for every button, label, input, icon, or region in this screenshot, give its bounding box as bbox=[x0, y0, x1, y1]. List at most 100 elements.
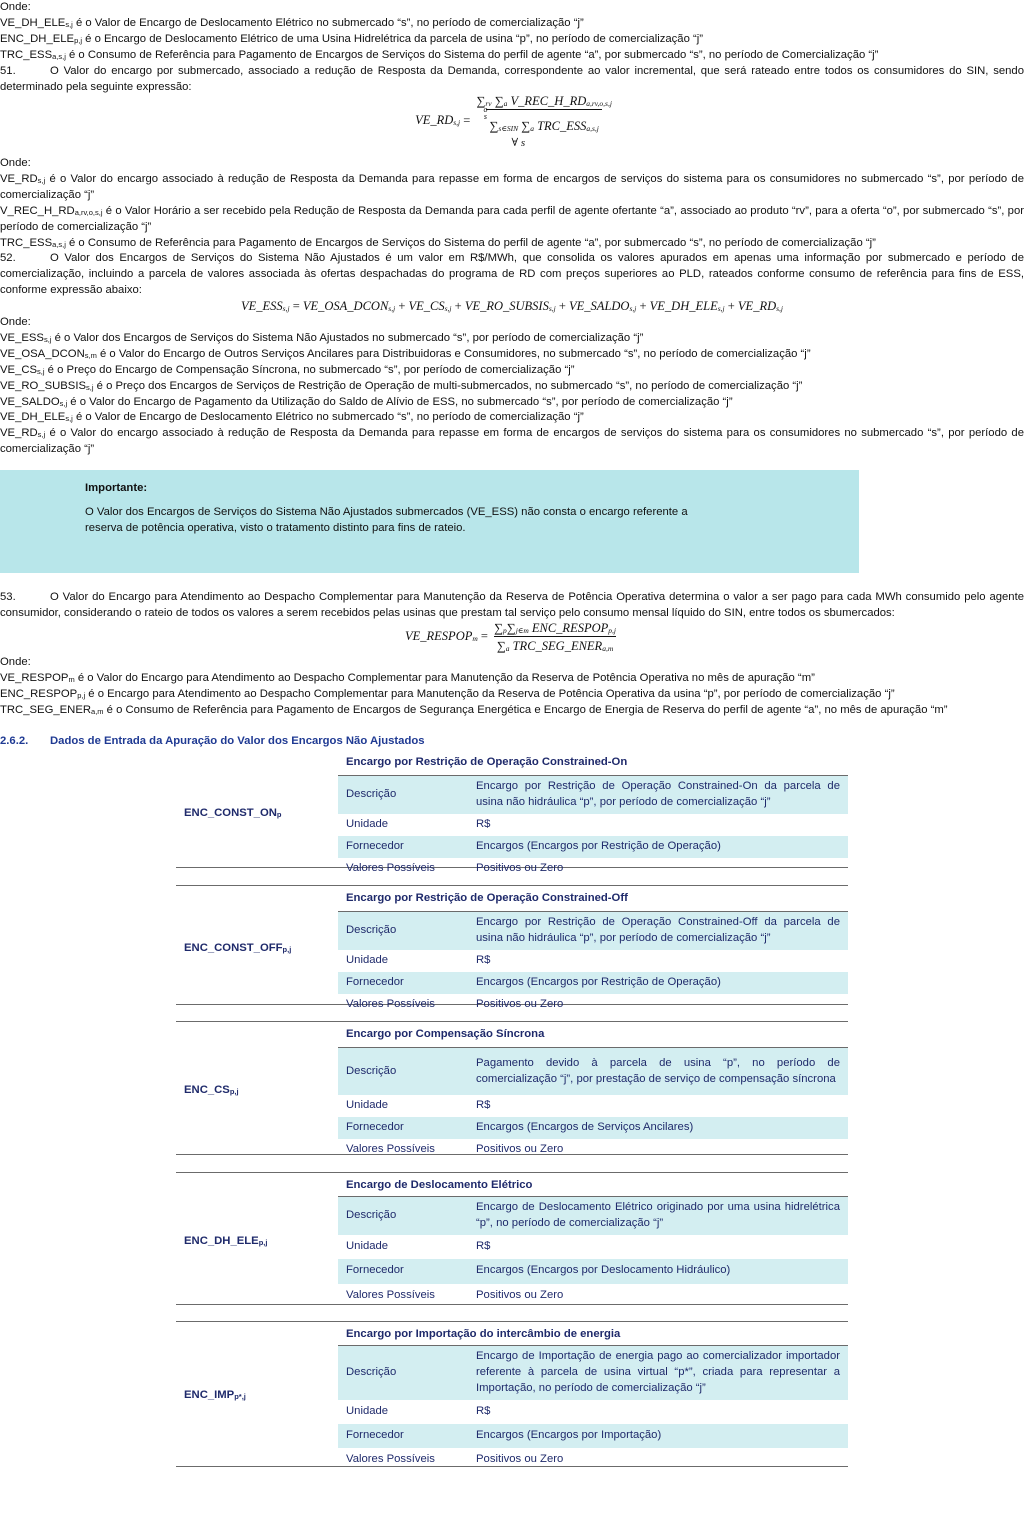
definition-list: VE_RDs,j é o Valor do encargo associado … bbox=[0, 172, 1024, 252]
table-row: Valores Possíveis Positivos ou Zero bbox=[338, 994, 848, 1016]
definition-text: é o Consumo de Referência para Pagamento… bbox=[103, 703, 948, 716]
equation-ve-ess: VE_ESSs,j = VE_OSA_DCONs,j + VE_CSs,j + … bbox=[0, 299, 1024, 315]
symbol: VE_DH_ELEs,j bbox=[0, 411, 73, 424]
row-key: Unidade bbox=[346, 1099, 389, 1111]
eq-operator: + bbox=[555, 299, 570, 313]
definition-item: TRC_ESSa,s,j é o Consumo de Referência p… bbox=[0, 48, 1024, 64]
symbol: V_REC_H_RDa,rv,o,s,j bbox=[0, 204, 103, 217]
table-top-rule bbox=[176, 1021, 848, 1022]
row-value: Positivos ou Zero bbox=[476, 1452, 564, 1465]
eq-operator: + bbox=[451, 299, 465, 313]
definition-list: VE_ESSs,j é o Valor dos Encargos de Serv… bbox=[0, 331, 1024, 458]
row-value: Encargo por Restrição de Operação Constr… bbox=[476, 780, 840, 808]
row-key: Valores Possíveis bbox=[346, 1452, 435, 1465]
parameter-name: ENC_IMPp*,j bbox=[184, 1389, 246, 1401]
symbol: VE_RDs,j bbox=[0, 172, 46, 185]
row-key: Fornecedor bbox=[346, 1264, 404, 1277]
definition-item: VE_CSs,j é o Preço do Encargo de Compens… bbox=[0, 363, 1024, 379]
parameter-heading: Encargo por Restrição de Operação Constr… bbox=[346, 892, 628, 904]
symbol: VE_RDs,j bbox=[0, 427, 46, 440]
symbol: ENC_RESPOPp,j bbox=[0, 687, 86, 700]
item-51-text: 51. O Valor do encargo por submercado, as… bbox=[0, 65, 1024, 93]
definition-text: é o Valor do Encargo de Pagamento da Uti… bbox=[67, 395, 733, 408]
table-row: Unidade R$ bbox=[338, 814, 848, 836]
table-row: Unidade R$ bbox=[338, 1095, 848, 1117]
table-row: Fornecedor Encargos (Encargos por Importa… bbox=[338, 1423, 848, 1448]
row-key: Valores Possíveis bbox=[346, 1142, 435, 1155]
definition-text: é o Consumo de Referência para Pagamento… bbox=[65, 236, 876, 249]
onde-label: Onde: bbox=[0, 656, 31, 668]
definition-text: é o Consumo de Referência para Pagamento… bbox=[65, 48, 879, 61]
equation-ve-rd: VE_RDs,j = ∑rv ∑a V_REC_H_RDa,rv,o,s,j o… bbox=[0, 94, 1024, 149]
definition-item: ENC_DH_ELEp,j é o Encargo de Deslocament… bbox=[0, 32, 1024, 48]
parameter-table: ENC_CONST_ONp Encargo por Restrição de Op… bbox=[176, 750, 848, 874]
eq-fraction: ∑rv ∑a V_REC_H_RDa,rv,o,s,j os ∑s∈SIN ∑a… bbox=[476, 94, 612, 149]
definition-text: é o Encargo para Atendimento ao Despacho… bbox=[85, 687, 895, 700]
definition-item: VE_ESSs,j é o Valor dos Encargos de Serv… bbox=[0, 331, 1024, 347]
definition-item: TRC_ESSa,s,j é o Consumo de Referência p… bbox=[0, 236, 1024, 252]
definition-item: V_REC_H_RDa,rv,o,s,j é o Valor Horário a… bbox=[0, 204, 1024, 236]
symbol: TRC_ESSa,s,j bbox=[0, 236, 66, 249]
equation-ve-respop: VE_RESPOPm = ∑p∑j∈m ENC_RESPOPp,j ∑a TRC… bbox=[0, 621, 1024, 653]
symbol: TRC_SEG_ENERa,m bbox=[0, 703, 104, 716]
row-value: Positivos ou Zero bbox=[476, 997, 564, 1010]
row-key: Valores Possíveis bbox=[346, 861, 435, 874]
definition-text: é o Valor do Encargo para Atendimento ao… bbox=[74, 671, 815, 684]
table-row: Descrição Pagamento devido à parcela de u… bbox=[338, 1047, 848, 1095]
row-value: Encargos (Encargos por Restrição de Oper… bbox=[476, 975, 721, 988]
definition-list: VE_DH_ELEs,j é o Valor de Encargo de Des… bbox=[0, 16, 1024, 64]
definition-item: TRC_SEG_ENERa,m é o Consumo de Referênci… bbox=[0, 703, 1024, 719]
item-53-definitions: Onde: VE_RESPOPm é o Valor do Encargo pa… bbox=[0, 655, 1024, 719]
parameter-rows: Descrição Encargo de Deslocamento Elétric… bbox=[338, 1196, 848, 1309]
item-52-definitions: Onde: VE_ESSs,j é o Valor dos Encargos d… bbox=[0, 315, 1024, 458]
parameter-table: ENC_IMPp*,j Encargo por Importação do int… bbox=[176, 1321, 848, 1467]
symbol: VE_CSs,j bbox=[0, 363, 45, 376]
row-value: Encargos (Encargos por Deslocamento Hidr… bbox=[476, 1264, 731, 1277]
row-key: Valores Possíveis bbox=[346, 997, 435, 1010]
table-row: Unidade R$ bbox=[338, 1400, 848, 1424]
row-value: Positivos ou Zero bbox=[476, 861, 564, 874]
item-53-text: 53. O Valor do Encargo para Atendimento a… bbox=[0, 591, 1024, 619]
parameter-heading: Encargo de Deslocamento Elétrico bbox=[346, 1179, 533, 1191]
row-key: Unidade bbox=[346, 1239, 389, 1252]
symbol: VE_OSA_DCONs,m bbox=[0, 347, 97, 360]
table-row: Unidade R$ bbox=[338, 1235, 848, 1259]
item-52: 52. O Valor dos Encargos de Serviços do S… bbox=[0, 251, 1024, 299]
row-key: Unidade bbox=[346, 1404, 389, 1417]
row-value: Encargo de Importação de energia pago ao… bbox=[476, 1350, 840, 1394]
item-53: 53. O Valor do Encargo para Atendimento a… bbox=[0, 590, 1024, 622]
eq-term: VE_RO_SUBSISs,j bbox=[464, 299, 556, 313]
table-row: Valores Possíveis Positivos ou Zero bbox=[338, 1139, 848, 1161]
parameter-rows: Descrição Encargo por Restrição de Operaç… bbox=[338, 911, 848, 1016]
row-key: Valores Possíveis bbox=[346, 1289, 435, 1302]
row-value: Encargo por Restrição de Operação Constr… bbox=[476, 916, 840, 944]
definition-item: VE_RDs,j é o Valor do encargo associado … bbox=[0, 426, 1024, 458]
definition-text: é o Valor de Encargo de Deslocamento Elé… bbox=[72, 16, 584, 29]
row-key: Descrição bbox=[346, 923, 397, 936]
row-value: Encargo de Deslocamento Elétrico origina… bbox=[476, 1201, 840, 1229]
definition-text: é o Preço dos Encargos de Serviços de Re… bbox=[93, 379, 803, 392]
definition-text: é o Valor dos Encargos de Serviços do Si… bbox=[51, 331, 644, 344]
parameter-table: ENC_CSp,j Encargo por Compensação Síncron… bbox=[176, 1021, 848, 1155]
item-52-text: 52. O Valor dos Encargos de Serviços do S… bbox=[0, 252, 1024, 296]
row-key: Unidade bbox=[346, 817, 389, 830]
eq-term: VE_DH_ELEs,j bbox=[649, 299, 725, 313]
definition-item: VE_DH_ELEs,j é o Valor de Encargo de Des… bbox=[0, 410, 1024, 426]
eq-operator: + bbox=[724, 299, 738, 313]
table-row: Valores Possíveis Positivos ou Zero bbox=[338, 858, 848, 880]
definition-item: ENC_RESPOPp,j é o Encargo para Atendimen… bbox=[0, 687, 1024, 703]
parameter-rows: Descrição Encargo de Importação de energi… bbox=[338, 1345, 848, 1472]
table-row: Fornecedor Encargos (Encargos por Desloca… bbox=[338, 1258, 848, 1284]
onde-label: Onde: bbox=[0, 316, 31, 328]
parameter-name: ENC_CONST_OFFp,j bbox=[184, 942, 292, 954]
row-key: Fornecedor bbox=[346, 1120, 404, 1133]
row-value: Positivos ou Zero bbox=[476, 1142, 564, 1155]
parameter-name: ENC_DH_ELEp,j bbox=[184, 1235, 268, 1247]
row-value: Encargos (Encargos de Serviços Ancilares… bbox=[476, 1120, 694, 1133]
definition-text: é o Valor do Encargo de Outros Serviços … bbox=[96, 347, 811, 360]
definition-item: VE_DH_ELEs,j é o Valor de Encargo de Des… bbox=[0, 16, 1024, 32]
symbol: VE_RESPOPm bbox=[0, 671, 75, 684]
definition-text: é o Valor do encargo associado à redução… bbox=[0, 427, 1024, 456]
row-key: Descrição bbox=[346, 787, 397, 800]
row-value: R$ bbox=[476, 1404, 491, 1417]
